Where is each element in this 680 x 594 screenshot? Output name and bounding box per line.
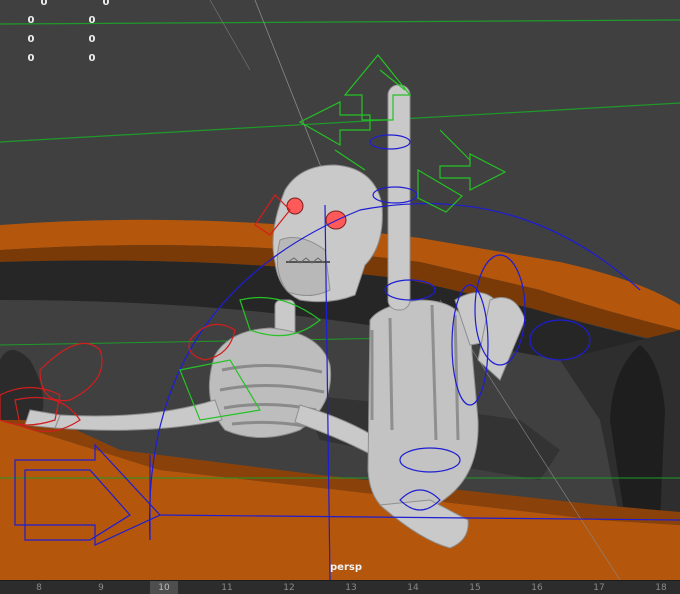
hud-value: 0 bbox=[40, 0, 48, 8]
hud-value: 0 bbox=[102, 0, 110, 8]
timeline-frame[interactable]: 18 bbox=[647, 581, 675, 594]
hud-value: 0 bbox=[27, 15, 35, 26]
timeline-frame[interactable]: 9 bbox=[87, 581, 115, 594]
hud-value: 0 bbox=[88, 15, 96, 26]
grid-line-lower bbox=[0, 337, 401, 346]
timeline-frame[interactable]: 16 bbox=[523, 581, 551, 594]
maya-perspective-viewport[interactable]: 0 0 0 0 0 0 0 0 persp bbox=[0, 0, 680, 580]
camera-guide-line bbox=[209, 0, 251, 71]
timeline-frame[interactable]: 17 bbox=[585, 581, 613, 594]
timeline-frame[interactable]: 15 bbox=[461, 581, 489, 594]
timeline-frame[interactable]: 12 bbox=[275, 581, 303, 594]
timeline-current-frame[interactable]: 10 bbox=[150, 581, 178, 594]
timeline-frame[interactable]: 14 bbox=[399, 581, 427, 594]
camera-name-label: persp bbox=[330, 562, 362, 573]
hud-value: 0 bbox=[27, 34, 35, 45]
timeline-frame[interactable]: 11 bbox=[213, 581, 241, 594]
hud-value: 0 bbox=[88, 53, 96, 64]
camera-guide-line bbox=[254, 0, 331, 191]
timeline-frame[interactable]: 8 bbox=[25, 581, 53, 594]
time-slider[interactable]: 8 9 10 11 12 13 14 15 16 17 18 bbox=[0, 580, 680, 594]
grid-line-top bbox=[0, 19, 680, 25]
hud-value: 0 bbox=[27, 53, 35, 64]
scene-render[interactable] bbox=[0, 0, 680, 580]
timeline-frame[interactable]: 13 bbox=[337, 581, 365, 594]
hud-value: 0 bbox=[88, 34, 96, 45]
